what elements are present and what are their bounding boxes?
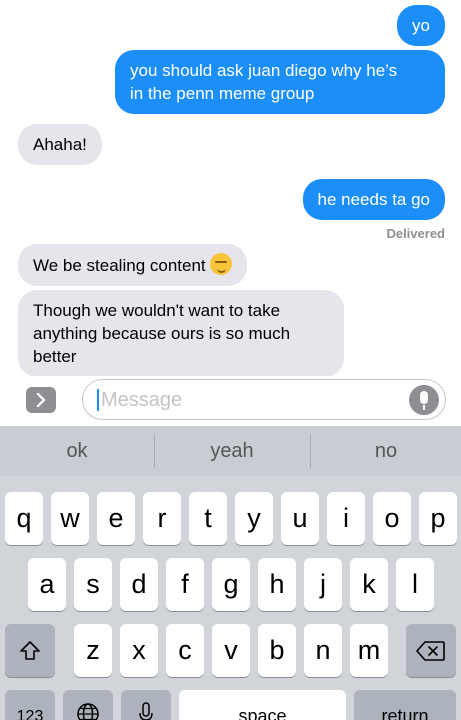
message-text-line: in the penn meme group xyxy=(130,84,315,103)
key-y[interactable]: y xyxy=(235,492,273,545)
return-key-label: return xyxy=(381,706,429,720)
message-bubble-sent[interactable]: he needs ta go xyxy=(302,179,445,220)
key-q[interactable]: q xyxy=(5,492,43,545)
apps-button[interactable] xyxy=(26,387,56,413)
space-key[interactable]: space xyxy=(179,690,346,720)
key-n[interactable]: n xyxy=(304,624,342,677)
message-bubble-received[interactable]: Though we wouldn't want to take anything… xyxy=(18,290,344,376)
message-bubble-sent[interactable]: you should ask juan diego why he’s in th… xyxy=(115,50,445,114)
shift-key[interactable] xyxy=(5,624,55,677)
predictive-bar: ok yeah no xyxy=(0,426,461,476)
key-t[interactable]: t xyxy=(189,492,227,545)
globe-icon xyxy=(77,703,99,720)
message-bubble-sent[interactable]: yo xyxy=(397,5,445,46)
message-bubble-received[interactable]: Ahaha! xyxy=(18,124,102,165)
chevron-right-icon xyxy=(36,392,46,408)
message-text: We be stealing content xyxy=(33,256,206,275)
key-g[interactable]: g xyxy=(212,558,250,611)
message-text: he needs ta go xyxy=(317,190,430,209)
backspace-key[interactable] xyxy=(406,624,456,677)
key-z[interactable]: z xyxy=(74,624,112,677)
key-b[interactable]: b xyxy=(258,624,296,677)
suggestion-item[interactable]: no xyxy=(311,426,461,476)
return-key[interactable]: return xyxy=(354,690,456,720)
key-i[interactable]: i xyxy=(327,492,365,545)
dictation-button[interactable] xyxy=(409,385,439,415)
message-text: yo xyxy=(412,16,430,35)
key-h[interactable]: h xyxy=(258,558,296,611)
smirking-face-icon xyxy=(209,253,232,275)
message-text: Ahaha! xyxy=(33,135,87,154)
message-text-line: better xyxy=(33,347,77,366)
key-u[interactable]: u xyxy=(281,492,319,545)
text-cursor xyxy=(97,389,99,411)
message-text-line: you should ask juan diego why he’s xyxy=(130,61,398,80)
key-d[interactable]: d xyxy=(120,558,158,611)
key-o[interactable]: o xyxy=(373,492,411,545)
key-m[interactable]: m xyxy=(350,624,388,677)
microphone-icon xyxy=(420,391,428,404)
key-k[interactable]: k xyxy=(350,558,388,611)
suggestion-item[interactable]: ok xyxy=(0,426,154,476)
message-text-line: Though we wouldn't want to take xyxy=(33,301,281,320)
key-s[interactable]: s xyxy=(74,558,112,611)
message-bubble-received[interactable]: We be stealing content xyxy=(18,244,247,286)
key-e[interactable]: e xyxy=(97,492,135,545)
message-thread: yo you should ask juan diego why he’s in… xyxy=(0,0,461,376)
numbers-key-label: 123 xyxy=(16,708,44,720)
delivered-status: Delivered xyxy=(386,226,445,241)
microphone-stem xyxy=(423,405,425,410)
key-f[interactable]: f xyxy=(166,558,204,611)
key-v[interactable]: v xyxy=(212,624,250,677)
key-a[interactable]: a xyxy=(28,558,66,611)
numbers-key[interactable]: 123 xyxy=(5,690,55,720)
key-p[interactable]: p xyxy=(419,492,457,545)
suggestion-item[interactable]: yeah xyxy=(155,426,309,476)
backspace-icon xyxy=(416,640,445,661)
message-text-line: anything because ours is so much xyxy=(33,324,291,343)
message-input[interactable]: Message xyxy=(82,379,446,420)
keyboard: ok yeah no q w e r t y u i o p a s d f g… xyxy=(0,426,461,720)
key-w[interactable]: w xyxy=(51,492,89,545)
key-r[interactable]: r xyxy=(143,492,181,545)
key-j[interactable]: j xyxy=(304,558,342,611)
space-key-label: space xyxy=(238,706,287,720)
key-l[interactable]: l xyxy=(396,558,434,611)
microphone-icon xyxy=(139,702,153,720)
message-composer: Message xyxy=(0,376,461,426)
shift-icon xyxy=(20,640,40,660)
key-x[interactable]: x xyxy=(120,624,158,677)
globe-key[interactable] xyxy=(63,690,113,720)
message-placeholder: Message xyxy=(101,389,183,411)
key-c[interactable]: c xyxy=(166,624,204,677)
dictation-key[interactable] xyxy=(121,690,171,720)
